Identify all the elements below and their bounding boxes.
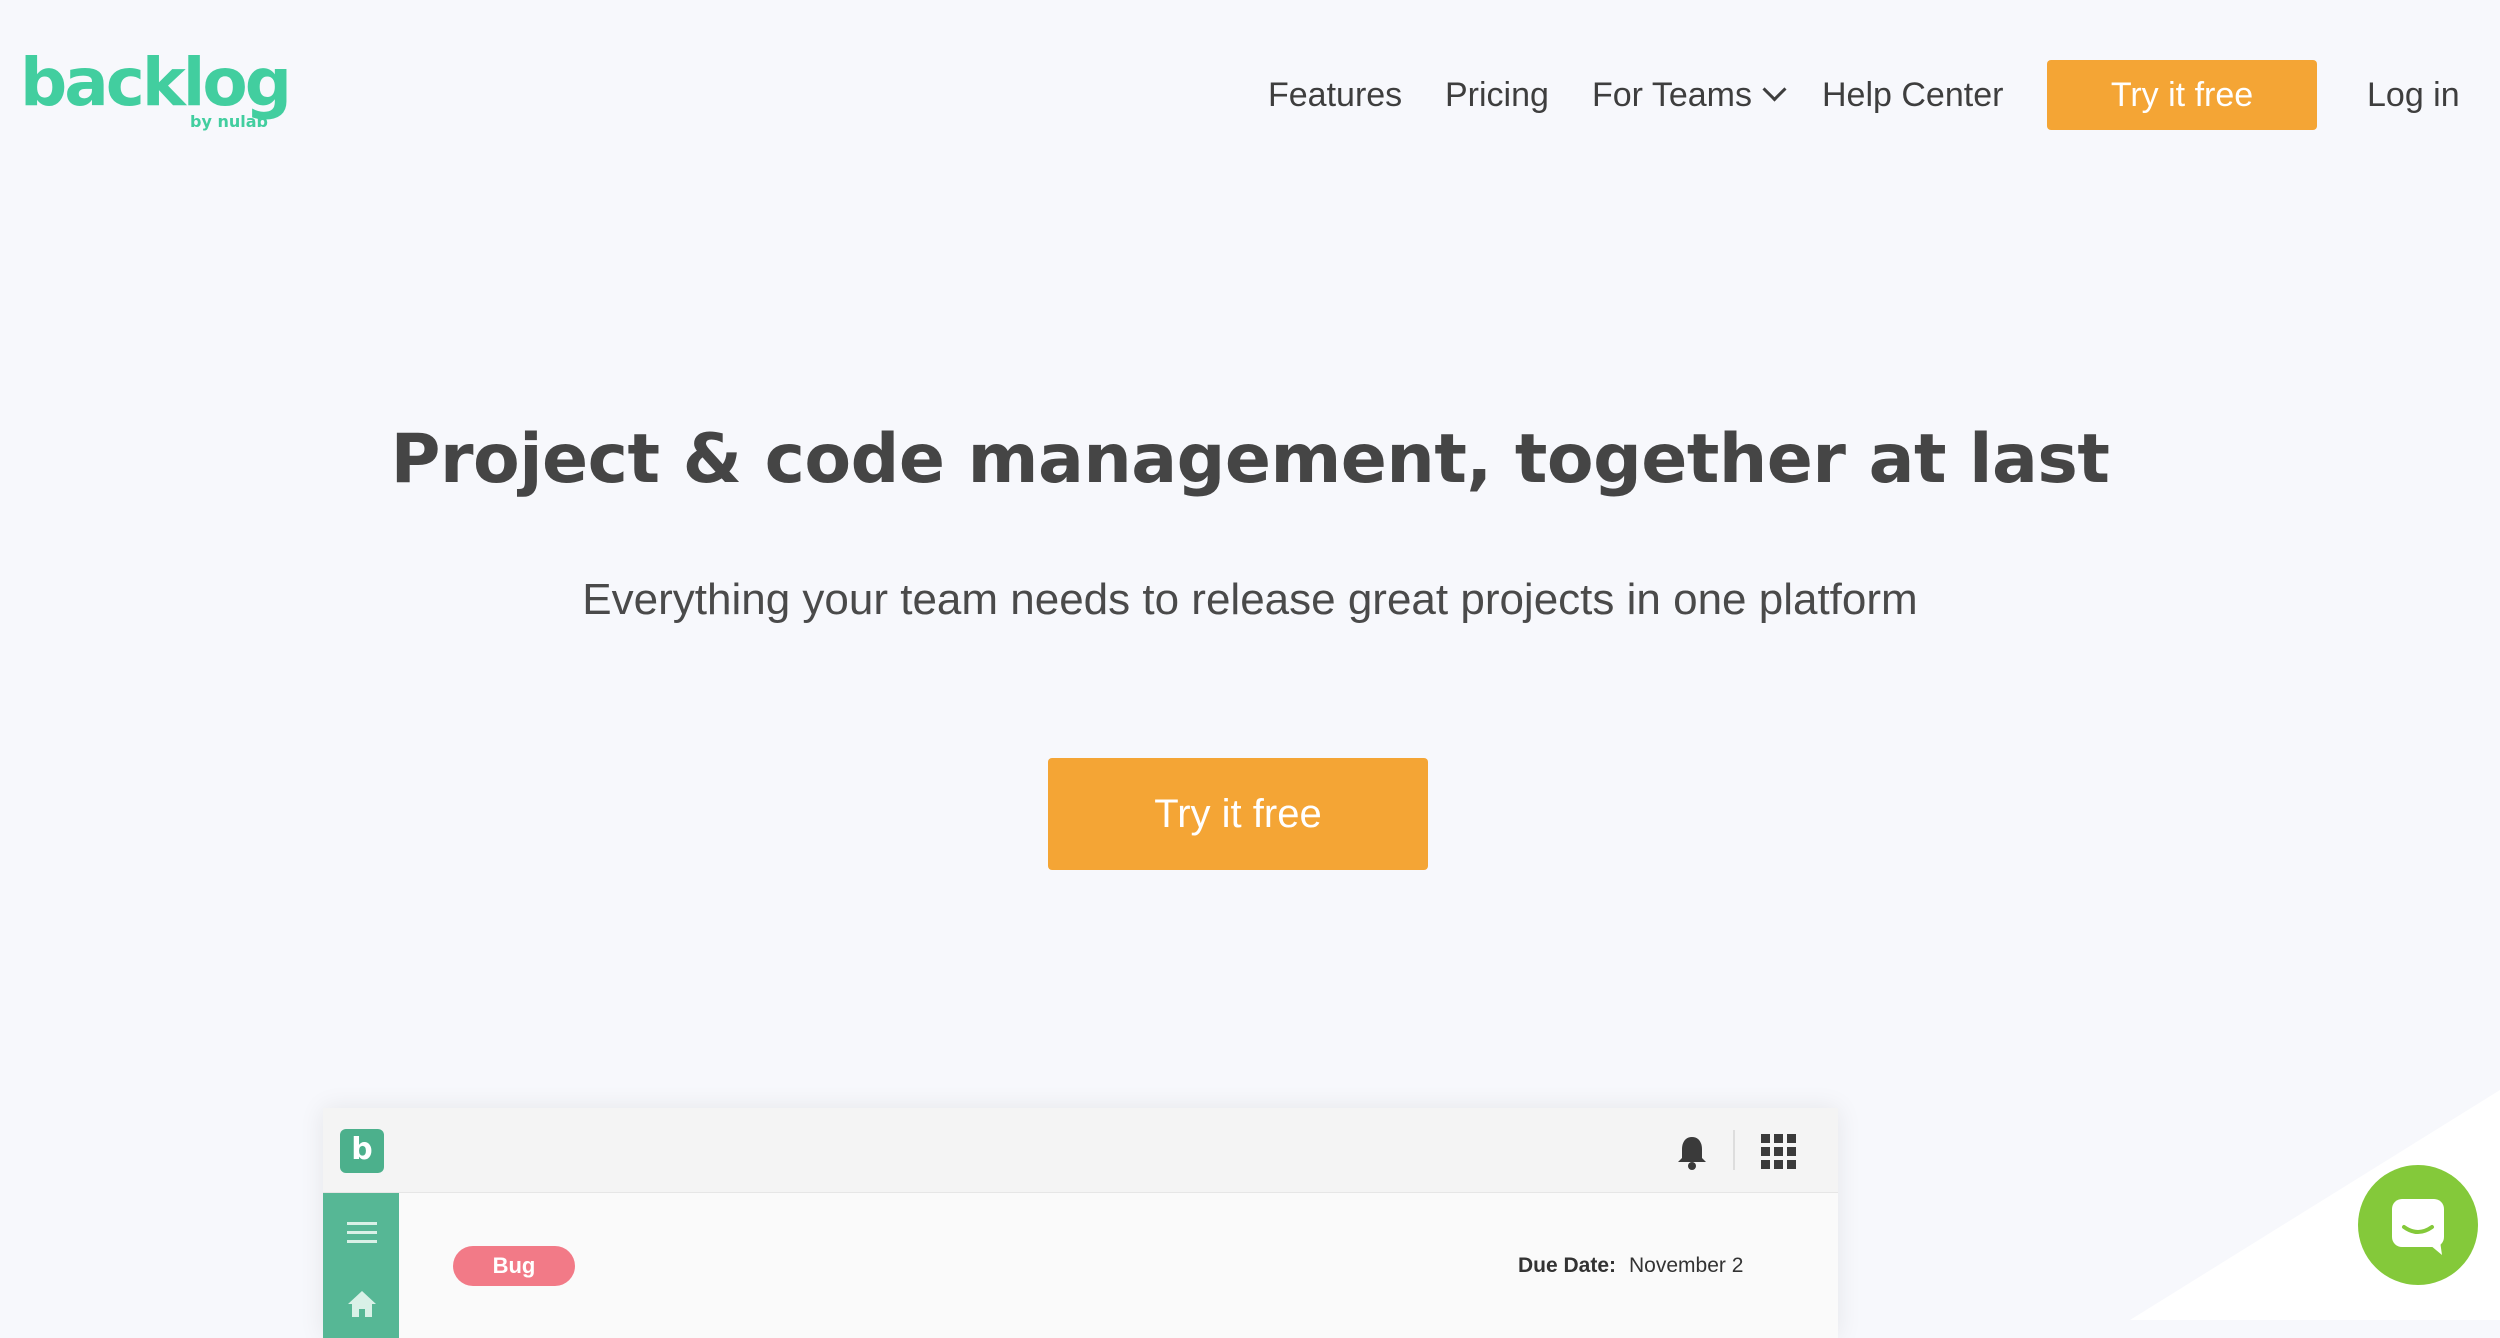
menu-icon bbox=[347, 1222, 377, 1243]
chat-widget-button[interactable] bbox=[2358, 1165, 2478, 1285]
issue-type-badge: Bug bbox=[453, 1246, 575, 1286]
nav-for-teams-dropdown[interactable]: For Teams bbox=[1592, 60, 1787, 130]
nav-try-free-button[interactable]: Try it free bbox=[2047, 60, 2317, 130]
mockup-sidebar bbox=[323, 1193, 399, 1338]
mockup-app-logo: b bbox=[340, 1129, 384, 1173]
topbar-divider bbox=[1733, 1130, 1735, 1170]
bell-icon bbox=[1678, 1137, 1706, 1170]
mockup-topbar: b bbox=[323, 1108, 1838, 1193]
app-preview-mockup: b Bug Due Date: November 2 bbox=[323, 1108, 1838, 1338]
hero-title: Project & code management, together at l… bbox=[390, 420, 2110, 499]
main-nav: Features Pricing For Teams Help Center T… bbox=[0, 60, 2500, 130]
nav-for-teams-label: For Teams bbox=[1592, 76, 1752, 114]
nav-features-link[interactable]: Features bbox=[1268, 60, 1402, 130]
nav-pricing-link[interactable]: Pricing bbox=[1445, 60, 1549, 130]
home-icon bbox=[348, 1291, 376, 1317]
hero-subtitle: Everything your team needs to release gr… bbox=[582, 575, 1918, 624]
due-date-value: November 2 bbox=[1629, 1254, 1744, 1277]
chevron-down-icon bbox=[1762, 77, 1787, 102]
apps-grid-icon bbox=[1761, 1134, 1796, 1169]
hero-try-free-button[interactable]: Try it free bbox=[1048, 758, 1428, 870]
nav-help-center-link[interactable]: Help Center bbox=[1822, 60, 2003, 130]
due-date-label: Due Date: bbox=[1518, 1254, 1617, 1277]
nav-login-link[interactable]: Log in bbox=[2367, 60, 2460, 130]
chat-icon bbox=[2392, 1199, 2444, 1255]
